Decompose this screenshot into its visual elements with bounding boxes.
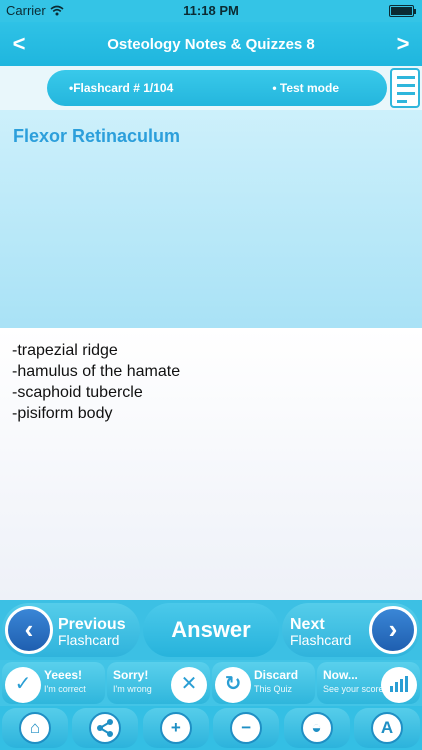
cross-icon: ✕	[171, 667, 207, 703]
zoom-in-button[interactable]: +	[142, 708, 209, 748]
bucket-icon: ◒	[300, 712, 333, 744]
answer-area: -trapezial ridge -hamulus of the hamate …	[0, 328, 422, 600]
battery-icon	[389, 5, 416, 17]
info-bar: •Flashcard # 1/104 • Test mode	[0, 66, 422, 110]
answer-line: -scaphoid tubercle	[12, 384, 143, 401]
feedback-row: ✓ Yeees! I'm correct Sorry! I'm wrong ✕ …	[0, 660, 422, 706]
answer-line: -trapezial ridge	[12, 342, 118, 359]
home-icon: ⌂	[19, 712, 51, 744]
status-bar: Carrier 11:18 PM	[0, 0, 422, 22]
zoom-out-button[interactable]: −	[213, 708, 280, 748]
see-score-button[interactable]: Now... See your score	[317, 662, 420, 704]
font-icon: A	[370, 712, 403, 744]
page-title: Osteology Notes & Quizzes 8	[107, 36, 315, 53]
correct-button[interactable]: ✓ Yeees! I'm correct	[2, 662, 105, 704]
font-button[interactable]: A	[353, 708, 420, 748]
next-flashcard-button[interactable]: Next Flashcard ›	[282, 603, 420, 657]
arrow-right-icon: ›	[369, 606, 417, 654]
status-time: 11:18 PM	[183, 3, 239, 18]
test-mode-label: • Test mode	[272, 81, 339, 95]
answer-line: -hamulus of the hamate	[12, 363, 181, 380]
discard-quiz-button[interactable]: ↻ Discard This Quiz	[212, 662, 315, 704]
home-button[interactable]: ⌂	[2, 708, 68, 748]
zoom-in-icon: +	[159, 712, 192, 744]
tool-row: ⌂ + − ◒ A	[0, 706, 422, 750]
background-color-button[interactable]: ◒	[283, 708, 350, 748]
back-chevron-icon[interactable]: <	[4, 30, 34, 60]
chart-icon	[381, 667, 417, 703]
arrow-left-icon: ‹	[5, 606, 53, 654]
check-icon: ✓	[5, 667, 41, 703]
zoom-out-icon: −	[230, 712, 263, 744]
question-text: Flexor Retinaculum	[13, 126, 181, 146]
list-icon[interactable]	[390, 68, 420, 108]
question-area: Flexor Retinaculum	[0, 110, 422, 328]
flashcard-counter: •Flashcard # 1/104	[69, 81, 174, 95]
wrong-button[interactable]: Sorry! I'm wrong ✕	[107, 662, 210, 704]
answer-button[interactable]: Answer	[143, 603, 279, 657]
flashcard-info-pill: •Flashcard # 1/104 • Test mode	[47, 70, 387, 106]
title-bar: < Osteology Notes & Quizzes 8 >	[0, 22, 422, 66]
share-icon	[89, 712, 122, 744]
share-button[interactable]	[72, 708, 139, 748]
flashcard-nav-row: ‹ Previous Flashcard Answer Next Flashca…	[0, 600, 422, 660]
forward-chevron-icon[interactable]: >	[388, 30, 418, 60]
answer-line: -pisiform body	[12, 405, 113, 422]
recycle-icon: ↻	[215, 667, 251, 703]
previous-flashcard-button[interactable]: ‹ Previous Flashcard	[2, 603, 140, 657]
